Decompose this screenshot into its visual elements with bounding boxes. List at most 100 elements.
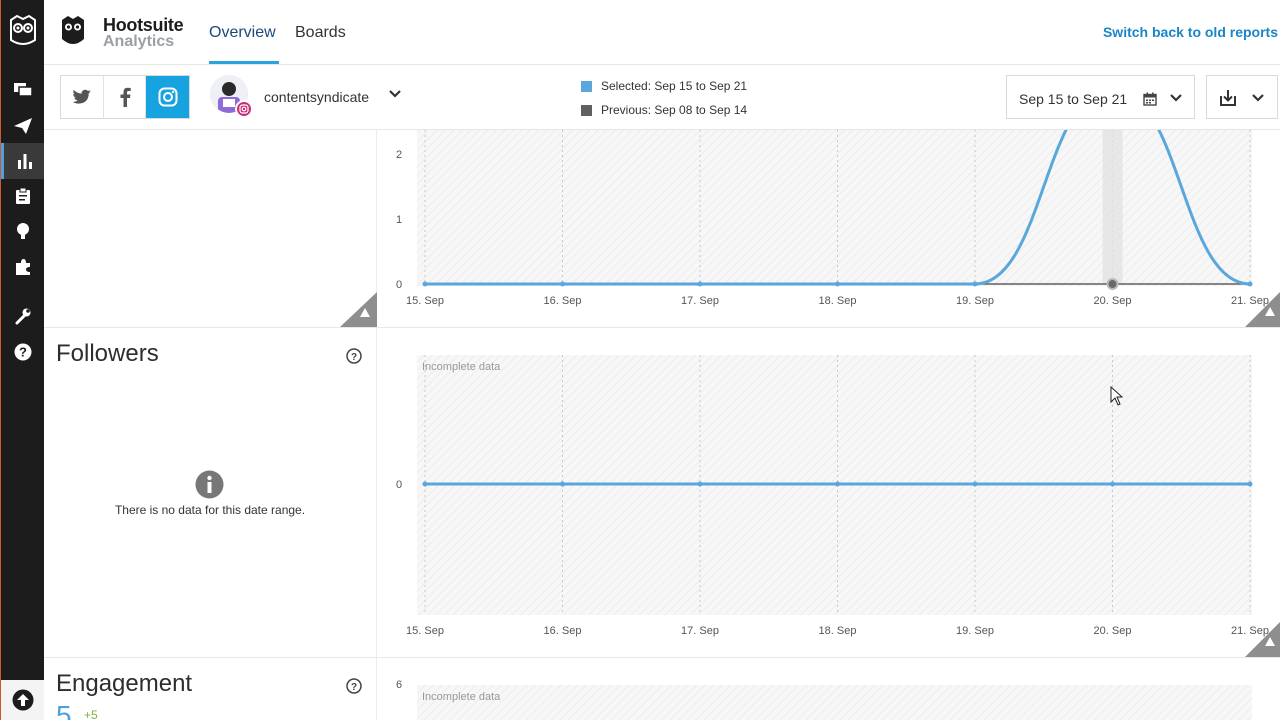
plot-background xyxy=(417,130,1252,286)
y-tick-label: 0 xyxy=(396,279,402,291)
x-tick-label: 21. Sep xyxy=(1231,295,1269,307)
data-point xyxy=(835,481,840,487)
account-name[interactable]: contentsyndicate xyxy=(264,89,369,105)
left-nav: ? xyxy=(0,0,45,720)
instagram-button[interactable] xyxy=(146,76,189,118)
x-tick-label: 17. Sep xyxy=(681,625,719,637)
question-help-icon[interactable]: ? xyxy=(346,348,362,364)
top-bar: Hootsuite Analytics Overview Boards Swit… xyxy=(44,0,1280,65)
chart-top: 15. Sep 16. Sep 17. Sep 18. Sep 19. Sep 20. S… xyxy=(396,130,1269,307)
legend-selected-swatch xyxy=(581,80,592,92)
x-tick-label: 17. Sep xyxy=(681,295,719,307)
chevron-down-icon xyxy=(1170,94,1182,102)
assignments-icon[interactable] xyxy=(1,178,45,214)
brand-subtitle: Analytics xyxy=(103,33,175,50)
help-icon[interactable]: ? xyxy=(1,334,45,370)
y-tick-label: 6 xyxy=(396,679,402,691)
x-tick-label: 16. Sep xyxy=(544,625,582,637)
facebook-icon xyxy=(120,87,131,107)
legend-previous-swatch xyxy=(581,104,592,116)
export-button[interactable] xyxy=(1206,75,1278,119)
x-tick-label: 20. Sep xyxy=(1094,625,1132,637)
mouse-cursor-icon xyxy=(1110,386,1124,406)
instagram-badge-icon xyxy=(235,100,253,118)
x-tick-label: 15. Sep xyxy=(406,295,444,307)
hootsuite-owl-icon xyxy=(62,16,84,44)
facebook-button[interactable] xyxy=(104,76,147,118)
tab-overview[interactable]: Overview xyxy=(209,24,276,42)
x-tick-label: 18. Sep xyxy=(819,295,857,307)
date-range-label: Sep 15 to Sep 21 xyxy=(1019,91,1128,107)
warning-icon[interactable] xyxy=(340,292,377,327)
svg-text:?: ? xyxy=(351,352,357,363)
data-point xyxy=(697,481,703,487)
chevron-down-icon[interactable] xyxy=(388,87,402,101)
data-point xyxy=(422,481,428,487)
engagement-title: Engagement xyxy=(56,670,193,697)
engagement-value: 5 xyxy=(56,700,72,720)
filter-bar: contentsyndicate Selected: Sep 15 to Sep… xyxy=(44,65,1280,130)
campaigns-icon[interactable] xyxy=(1,213,45,249)
data-point xyxy=(972,481,978,487)
engagement-change: +5 xyxy=(84,708,98,720)
svg-text:?: ? xyxy=(19,345,27,360)
plot-background xyxy=(417,685,1252,720)
legend-selected-label: Selected: Sep 15 to Sep 21 xyxy=(601,79,748,93)
report-content: Followers ? There is no data for this da… xyxy=(44,130,1280,720)
legend-previous: Previous: Sep 08 to Sep 14 xyxy=(581,103,747,117)
data-point xyxy=(697,281,703,287)
data-point xyxy=(1247,481,1253,487)
data-point xyxy=(835,281,840,287)
publisher-icon[interactable] xyxy=(1,108,45,144)
hover-point xyxy=(1106,278,1119,290)
x-tick-label: 16. Sep xyxy=(544,295,582,307)
y-tick-label: 2 xyxy=(396,149,402,161)
instagram-icon xyxy=(158,87,178,107)
legend-previous-label: Previous: Sep 08 to Sep 14 xyxy=(601,103,748,117)
data-point xyxy=(560,281,565,287)
y-tick-label: 1 xyxy=(396,214,402,226)
data-point xyxy=(972,281,978,287)
analytics-icon[interactable] xyxy=(1,143,45,179)
twitter-button[interactable] xyxy=(61,76,104,118)
y-tick-label: 0 xyxy=(396,479,402,491)
data-point xyxy=(1110,481,1115,487)
upgrade-arrow-icon[interactable] xyxy=(1,680,45,720)
download-icon xyxy=(1220,90,1236,106)
question-help-icon[interactable]: ? xyxy=(346,678,362,694)
switch-old-reports-link[interactable]: Switch back to old reports xyxy=(1103,24,1278,40)
x-tick-label: 19. Sep xyxy=(956,295,994,307)
info-icon xyxy=(195,470,224,499)
data-point xyxy=(560,481,565,487)
x-tick-label: 20. Sep xyxy=(1094,295,1132,307)
streams-icon[interactable] xyxy=(1,72,45,108)
twitter-icon xyxy=(72,89,91,104)
calendar-icon xyxy=(1143,92,1157,106)
chart-engagement: 6 Incomplete data xyxy=(396,679,1252,720)
charts-area: 15. Sep 16. Sep 17. Sep 18. Sep 19. Sep 20. S… xyxy=(396,130,1280,720)
apps-puzzle-icon[interactable] xyxy=(1,249,45,285)
active-tab-indicator xyxy=(209,61,279,64)
followers-title: Followers xyxy=(56,340,159,367)
incomplete-data-label: Incomplete data xyxy=(422,361,501,373)
brand-logo[interactable]: Hootsuite Analytics xyxy=(60,15,190,55)
svg-text:?: ? xyxy=(351,682,357,693)
incomplete-data-label: Incomplete data xyxy=(422,691,501,703)
tools-wrench-icon[interactable] xyxy=(1,298,45,334)
app: ? Hootsuite Analytics Overview Boards Sw… xyxy=(0,0,1280,720)
x-tick-label: 19. Sep xyxy=(956,625,994,637)
tab-boards[interactable]: Boards xyxy=(295,24,346,42)
owl-logo-icon[interactable] xyxy=(8,14,38,50)
chart-followers: Incomplete data 15. Sep 16. Sep 17. Sep 18. … xyxy=(396,355,1269,637)
network-selector xyxy=(60,75,190,119)
no-data-message: There is no data for this date range. xyxy=(114,503,306,517)
data-point xyxy=(1247,281,1253,287)
date-range-picker[interactable]: Sep 15 to Sep 21 xyxy=(1006,75,1195,119)
chevron-down-icon xyxy=(1252,94,1264,102)
legend-selected: Selected: Sep 15 to Sep 21 xyxy=(581,79,747,93)
hover-band xyxy=(1102,130,1123,284)
x-tick-label: 21. Sep xyxy=(1231,625,1269,637)
data-point xyxy=(422,281,428,287)
x-tick-label: 18. Sep xyxy=(819,625,857,637)
x-tick-label: 15. Sep xyxy=(406,625,444,637)
